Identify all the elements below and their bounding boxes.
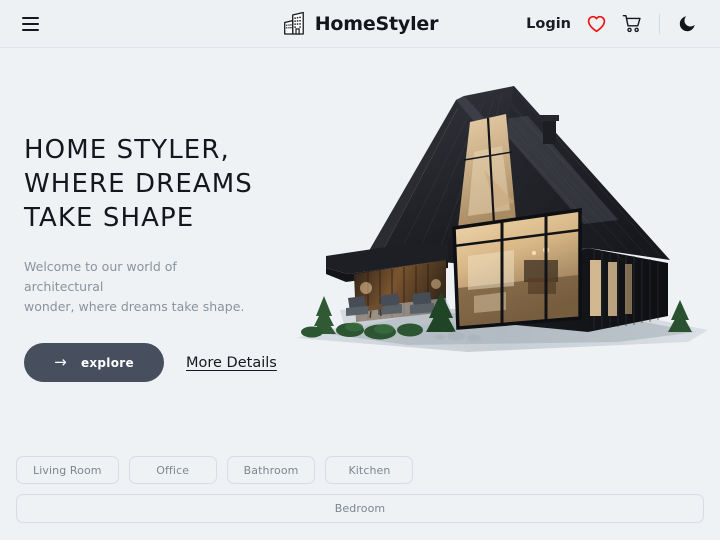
header-divider <box>659 13 660 34</box>
brand-name: HomeStyler <box>314 12 439 35</box>
hero-actions: → explore More Details <box>24 343 324 383</box>
brand-logo[interactable]: HomeStyler <box>282 11 439 37</box>
moon-icon[interactable] <box>676 13 698 35</box>
a-frame-house-illustration <box>296 86 708 352</box>
category-chip-list: Living Room Office Bathroom Kitchen Bedr… <box>16 456 704 523</box>
hamburger-line <box>22 28 39 31</box>
category-chip-living-room[interactable]: Living Room <box>16 456 119 484</box>
hero-section: HOME STYLER, WHERE DREAMS TAKE SHAPE Wel… <box>0 48 720 383</box>
hero-copy: HOME STYLER, WHERE DREAMS TAKE SHAPE Wel… <box>24 133 324 383</box>
more-details-link[interactable]: More Details <box>186 355 277 371</box>
app-root: HomeStyler Login HOME STYLER, WHERE DREA… <box>0 0 720 540</box>
hero-house-image <box>288 60 720 360</box>
hero-title: HOME STYLER, WHERE DREAMS TAKE SHAPE <box>24 135 253 234</box>
explore-button-label: explore <box>80 355 134 370</box>
category-chip-bathroom[interactable]: Bathroom <box>226 456 316 484</box>
building-logo-icon <box>284 11 304 35</box>
shopping-cart-icon[interactable] <box>621 13 643 35</box>
hamburger-line <box>22 16 39 19</box>
hero-subtitle: Welcome to our world of architectural wo… <box>24 259 245 315</box>
site-header: HomeStyler Login <box>0 0 720 48</box>
category-chip-bedroom[interactable]: Bedroom <box>16 494 704 523</box>
arrow-right-icon: → <box>54 353 67 372</box>
hamburger-line <box>22 22 39 25</box>
category-chip-kitchen[interactable]: Kitchen <box>325 456 414 484</box>
login-link[interactable]: Login <box>526 16 571 32</box>
category-chip-office[interactable]: Office <box>128 456 217 484</box>
heart-icon[interactable] <box>585 13 607 35</box>
hamburger-menu-icon[interactable] <box>22 13 44 35</box>
header-actions: Login <box>526 13 698 35</box>
main-content: HOME STYLER, WHERE DREAMS TAKE SHAPE Wel… <box>0 48 720 540</box>
explore-button[interactable]: → explore <box>24 343 164 383</box>
